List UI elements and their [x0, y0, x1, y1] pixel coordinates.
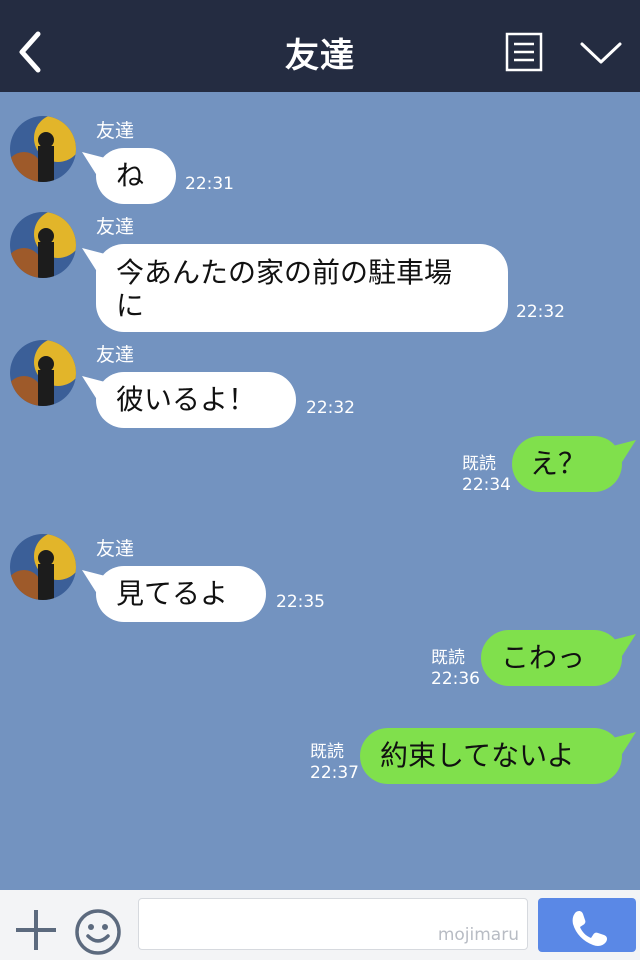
message-input[interactable]: mojimaru — [138, 898, 528, 950]
message-time: 22:34 — [462, 475, 511, 495]
add-button[interactable] — [14, 908, 58, 952]
message-time: 22:32 — [306, 398, 355, 418]
read-receipt: 既読 22:37 — [310, 742, 359, 784]
header-bar: 友達 — [0, 0, 640, 92]
smiley-icon — [75, 909, 121, 955]
input-bar: mojimaru — [0, 890, 640, 960]
avatar[interactable] — [10, 212, 76, 278]
message-bubble-outgoing[interactable]: え？ — [512, 436, 622, 492]
message-bubble-incoming[interactable]: 彼いるよ！ — [96, 372, 296, 428]
sender-name: 友達 — [96, 344, 135, 366]
chat-title: 友達 — [285, 36, 355, 76]
message-text: ね — [116, 159, 145, 192]
message-text: 見てるよ — [116, 577, 229, 610]
friend-avatar-photo — [10, 212, 76, 278]
read-receipt: 既読 22:34 — [462, 454, 511, 496]
message-text-line: 今あんたの家の前の駐車場 — [116, 256, 453, 289]
friend-avatar-photo — [10, 534, 76, 600]
message-time: 22:36 — [431, 669, 480, 689]
avatar[interactable] — [10, 534, 76, 600]
phone-icon — [572, 910, 608, 946]
emoji-button[interactable] — [74, 908, 122, 956]
read-label: 既読 — [462, 454, 496, 474]
menu-button[interactable] — [505, 32, 543, 72]
watermark-text: mojimaru — [437, 925, 519, 945]
read-label: 既読 — [431, 648, 465, 668]
friend-avatar-photo — [10, 340, 76, 406]
message-text: 彼いるよ！ — [116, 383, 257, 416]
read-receipt: 既読 22:36 — [431, 648, 480, 690]
message-bubble-outgoing[interactable]: こわっ — [481, 630, 622, 686]
message-time: 22:35 — [276, 592, 325, 612]
chevron-down-icon — [580, 42, 622, 64]
message-text: こわっ — [501, 641, 586, 674]
message-text: え？ — [530, 447, 587, 480]
message-bubble-incoming[interactable]: 今あんたの家の前の駐車場 に — [96, 244, 508, 332]
collapse-button[interactable] — [578, 38, 624, 68]
sender-name: 友達 — [96, 120, 135, 142]
message-bubble-incoming[interactable]: 見てるよ — [96, 566, 266, 622]
message-text-line: に — [116, 289, 145, 322]
avatar[interactable] — [10, 116, 76, 182]
message-bubble-outgoing[interactable]: 約束してないよ — [360, 728, 622, 784]
chat-area[interactable]: 友達 ね 22:31 友達 今あんたの家の前の駐車場 に 22:32 友達 彼い… — [0, 92, 640, 890]
menu-list-icon — [505, 32, 543, 72]
message-text: 約束してないよ — [380, 739, 575, 772]
avatar[interactable] — [10, 340, 76, 406]
message-time: 22:37 — [310, 763, 359, 783]
sender-name: 友達 — [96, 216, 135, 238]
message-bubble-incoming[interactable]: ね — [96, 148, 176, 204]
message-time: 22:31 — [185, 174, 234, 194]
plus-icon — [16, 910, 56, 950]
message-time: 22:32 — [516, 302, 565, 322]
call-button[interactable] — [538, 898, 636, 952]
sender-name: 友達 — [96, 538, 135, 560]
friend-avatar-photo — [10, 116, 76, 182]
read-label: 既読 — [310, 742, 344, 762]
